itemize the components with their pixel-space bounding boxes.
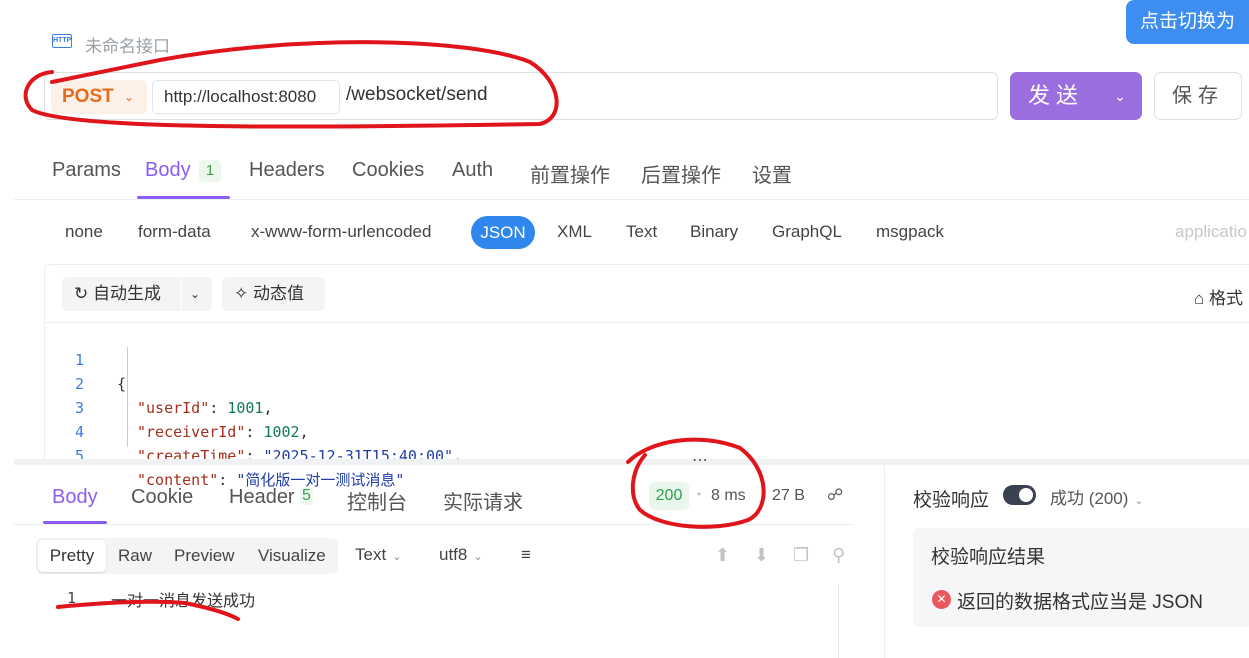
response-tab-body[interactable]: Body bbox=[52, 486, 98, 509]
error-icon: ✕ bbox=[932, 590, 951, 609]
encoding-select[interactable]: utf8 ⌄ bbox=[439, 545, 483, 565]
divider bbox=[181, 277, 182, 311]
content-type-label: applicatio bbox=[1175, 222, 1247, 241]
tab-headers[interactable]: Headers bbox=[249, 159, 325, 182]
response-body-text[interactable]: 一对一消息发送成功 bbox=[111, 587, 255, 611]
validate-status-select[interactable]: 成功 (200) ⌄ bbox=[1050, 484, 1144, 509]
body-type-json[interactable]: JSON bbox=[471, 216, 535, 249]
dynamic-value-button[interactable]: ✧ 动态值 bbox=[222, 277, 325, 311]
search-icon[interactable]: ⚲ bbox=[832, 545, 845, 566]
drag-handle-icon[interactable]: ⋯ bbox=[692, 450, 709, 470]
host-input[interactable]: http://localhost:8080 bbox=[152, 80, 340, 114]
divider bbox=[884, 465, 885, 658]
api-name[interactable]: 未命名接口 bbox=[85, 32, 170, 57]
method-select[interactable]: POST ⌄ bbox=[51, 80, 147, 114]
status-badge: 200 bbox=[649, 482, 689, 510]
validate-response-toggle[interactable] bbox=[1003, 485, 1036, 505]
body-type-text[interactable]: Text bbox=[626, 222, 657, 242]
switch-mode-button[interactable]: 点击切换为 bbox=[1126, 0, 1249, 44]
tab-body-count-badge: 1 bbox=[199, 160, 221, 182]
validation-result-title: 校验响应结果 bbox=[931, 547, 1046, 568]
separator-dot: • bbox=[762, 487, 767, 501]
code-line[interactable]: 2 "userId": 1001, bbox=[0, 348, 1249, 417]
tab-post-processors[interactable]: 后置操作 bbox=[641, 159, 721, 188]
body-type-graphql[interactable]: GraphQL bbox=[772, 222, 842, 242]
send-label: 发送 bbox=[1028, 83, 1085, 108]
panel-splitter[interactable] bbox=[14, 459, 1249, 465]
response-tab-header[interactable]: Header bbox=[229, 486, 295, 509]
share-icon[interactable]: ☍ bbox=[827, 485, 843, 505]
code-line[interactable]: 6 } bbox=[0, 444, 1249, 459]
save-button[interactable]: 保存 bbox=[1154, 72, 1242, 120]
encoding-select-label: utf8 bbox=[439, 545, 468, 564]
toggle-knob bbox=[1019, 488, 1033, 502]
chevron-down-icon: ⌄ bbox=[1134, 495, 1144, 507]
body-type-form-data[interactable]: form-data bbox=[138, 222, 211, 242]
code-line[interactable]: 5 "content": "简化版一对一测试消息" bbox=[0, 420, 1249, 489]
dynamic-value-label: 动态值 bbox=[252, 284, 304, 303]
response-tab-cookie[interactable]: Cookie bbox=[131, 486, 193, 509]
chevron-down-icon: ⌄ bbox=[392, 551, 402, 563]
refresh-icon: ↻ bbox=[74, 284, 89, 303]
line-number: 1 bbox=[67, 589, 77, 607]
format-icon: ⌂ bbox=[1194, 289, 1205, 308]
format-label: 格式 bbox=[1209, 289, 1244, 308]
http-icon: HTTP bbox=[52, 34, 72, 48]
method-label: POST bbox=[62, 86, 114, 107]
response-size: 27 B bbox=[772, 487, 805, 504]
response-tab-actual-request[interactable]: 实际请求 bbox=[443, 486, 523, 515]
divider bbox=[14, 199, 1249, 200]
separator-dot: • bbox=[697, 487, 702, 501]
tab-cookies[interactable]: Cookies bbox=[352, 159, 424, 182]
divider bbox=[14, 524, 854, 525]
chevron-down-icon[interactable]: ⌄ bbox=[190, 277, 200, 311]
code-line[interactable]: 3 "receiverId": 1002, bbox=[0, 372, 1249, 441]
tab-params[interactable]: Params bbox=[52, 159, 121, 182]
validation-error-text: 返回的数据格式应当是 JSON bbox=[957, 592, 1203, 613]
body-type-xml[interactable]: XML bbox=[557, 222, 592, 242]
body-type-none[interactable]: none bbox=[65, 222, 103, 242]
code-line[interactable]: 4 "createTime": "2025-12-31T15:40:00", bbox=[0, 396, 1249, 465]
body-type-binary[interactable]: Binary bbox=[690, 222, 738, 242]
chevron-down-icon[interactable]: ⌄ bbox=[1098, 72, 1142, 120]
response-tab-console[interactable]: 控制台 bbox=[347, 486, 407, 515]
word-wrap-icon[interactable]: ≡ bbox=[521, 545, 531, 565]
tab-auth[interactable]: Auth bbox=[452, 159, 493, 182]
scrollbar[interactable] bbox=[838, 584, 839, 658]
tab-pre-processors[interactable]: 前置操作 bbox=[530, 159, 610, 188]
body-type-msgpack[interactable]: msgpack bbox=[876, 222, 944, 242]
magic-wand-icon: ✧ bbox=[234, 284, 249, 303]
copy-icon[interactable]: ❐ bbox=[793, 545, 809, 566]
upload-icon[interactable]: ⬆ bbox=[715, 545, 730, 566]
header-count-badge: 5 bbox=[300, 487, 313, 505]
code-line[interactable]: 1 { bbox=[0, 324, 1249, 393]
view-preview[interactable]: Preview bbox=[174, 546, 234, 566]
view-pretty[interactable]: Pretty bbox=[38, 540, 106, 572]
auto-generate-label: 自动生成 bbox=[92, 284, 161, 303]
send-button[interactable]: 发送 ⌄ bbox=[1010, 72, 1142, 120]
response-time: 8 ms bbox=[711, 487, 746, 504]
format-select[interactable]: Text ⌄ bbox=[355, 545, 401, 565]
auto-generate-button[interactable]: ↻ 自动生成 ⌄ bbox=[62, 277, 212, 311]
tab-settings[interactable]: 设置 bbox=[752, 159, 792, 188]
format-select-label: Text bbox=[355, 545, 387, 564]
validate-response-label: 校验响应 bbox=[913, 490, 990, 511]
body-type-urlencoded[interactable]: x-www-form-urlencoded bbox=[251, 222, 431, 242]
validate-status-label: 成功 (200) bbox=[1050, 489, 1129, 508]
chevron-down-icon: ⌄ bbox=[473, 551, 483, 563]
path-input[interactable]: /websocket/send bbox=[346, 84, 488, 106]
view-raw[interactable]: Raw bbox=[118, 546, 152, 566]
format-button[interactable]: ⌂ 格式 bbox=[1194, 284, 1243, 309]
download-icon[interactable]: ⬇ bbox=[754, 545, 769, 566]
tab-body[interactable]: Body bbox=[145, 159, 191, 182]
chevron-down-icon: ⌄ bbox=[124, 90, 135, 104]
view-visualize[interactable]: Visualize bbox=[258, 546, 326, 566]
divider bbox=[44, 322, 1249, 323]
